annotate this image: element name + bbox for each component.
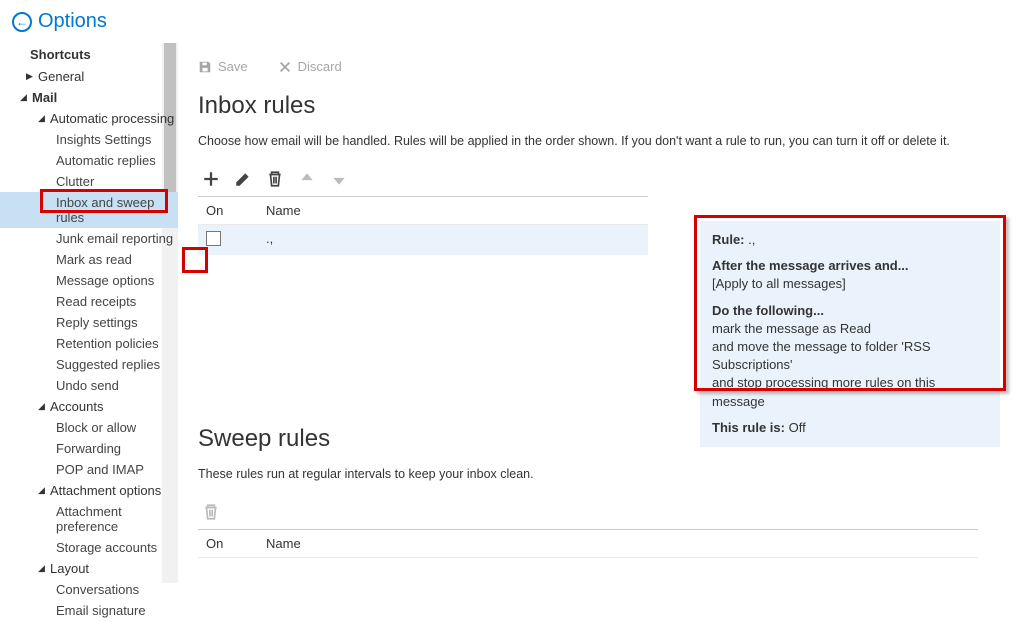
nav-retention[interactable]: Retention policies: [0, 333, 178, 354]
nav-suggested[interactable]: Suggested replies: [0, 354, 178, 375]
table-header: On Name: [198, 197, 648, 225]
col-on: On: [206, 203, 266, 218]
move-up-icon[interactable]: [298, 170, 316, 188]
col-on: On: [206, 536, 266, 551]
nav-automatic-processing[interactable]: ◢Automatic processing: [0, 108, 178, 129]
rule-detail-panel: Rule: ., After the message arrives and..…: [700, 221, 1000, 447]
rule-on-checkbox[interactable]: [206, 231, 221, 246]
nav-msg-options[interactable]: Message options: [0, 270, 178, 291]
nav-junk[interactable]: Junk email reporting: [0, 228, 178, 249]
nav-auto-replies[interactable]: Automatic replies: [0, 150, 178, 171]
edit-rule-icon[interactable]: [234, 170, 252, 188]
rule-actions-toolbar: [198, 166, 1024, 196]
nav-clutter[interactable]: Clutter: [0, 171, 178, 192]
inbox-rules-desc: Choose how email will be handled. Rules …: [198, 134, 1024, 148]
sweep-rules-table: On Name: [198, 529, 978, 558]
nav-mark-read[interactable]: Mark as read: [0, 249, 178, 270]
caret-down-icon: ◢: [38, 485, 46, 496]
caret-down-icon: ◢: [20, 92, 28, 103]
caret-right-icon: ▶: [26, 71, 34, 82]
nav-block-allow[interactable]: Block or allow: [0, 417, 178, 438]
table-header: On Name: [198, 530, 978, 558]
sidebar: Shortcuts ▶General ◢Mail ◢Automatic proc…: [0, 43, 178, 621]
col-name: Name: [266, 203, 640, 218]
save-icon: [198, 60, 212, 74]
nav-forwarding[interactable]: Forwarding: [0, 438, 178, 459]
back-icon[interactable]: ←: [12, 12, 32, 32]
caret-down-icon: ◢: [38, 113, 46, 124]
nav-layout[interactable]: ◢Layout: [0, 558, 178, 579]
inbox-rules-table: On Name .,: [198, 196, 648, 255]
nav-mail[interactable]: ◢Mail: [0, 87, 178, 108]
move-down-icon[interactable]: [330, 170, 348, 188]
sweep-actions-toolbar: [198, 499, 1024, 529]
delete-sweep-icon[interactable]: [202, 503, 220, 521]
rule-name-cell: .,: [266, 231, 640, 246]
nav-general[interactable]: ▶General: [0, 66, 178, 87]
add-rule-icon[interactable]: [202, 170, 220, 188]
discard-icon: [278, 60, 292, 74]
nav-insights[interactable]: Insights Settings: [0, 129, 178, 150]
inbox-rules-title: Inbox rules: [198, 92, 1024, 120]
caret-down-icon: ◢: [38, 401, 46, 412]
delete-rule-icon[interactable]: [266, 170, 284, 188]
nav-inbox-sweep[interactable]: Inbox and sweep rules: [0, 192, 178, 228]
table-row[interactable]: .,: [198, 225, 648, 255]
nav-reply-settings[interactable]: Reply settings: [0, 312, 178, 333]
options-header: ← Options: [0, 0, 1024, 43]
nav-undo[interactable]: Undo send: [0, 375, 178, 396]
form-toolbar: Save Discard: [198, 53, 1024, 84]
nav-read-receipts[interactable]: Read receipts: [0, 291, 178, 312]
nav-attachment-opts[interactable]: ◢Attachment options: [0, 480, 178, 501]
caret-down-icon: ◢: [38, 563, 46, 574]
page-title: Options: [38, 10, 107, 33]
shortcuts-heading: Shortcuts: [0, 43, 178, 66]
main-content: Save Discard Inbox rules Choose how emai…: [178, 43, 1024, 621]
nav-conversations[interactable]: Conversations: [0, 579, 178, 600]
nav-storage[interactable]: Storage accounts: [0, 537, 178, 558]
discard-button[interactable]: Discard: [278, 59, 342, 74]
save-button[interactable]: Save: [198, 59, 248, 74]
col-name: Name: [266, 536, 970, 551]
nav-accounts[interactable]: ◢Accounts: [0, 396, 178, 417]
nav-attachment-pref[interactable]: Attachment preference: [0, 501, 178, 537]
sweep-rules-desc: These rules run at regular intervals to …: [198, 467, 1024, 481]
nav-pop-imap[interactable]: POP and IMAP: [0, 459, 178, 480]
nav-email-sig[interactable]: Email signature: [0, 600, 178, 621]
